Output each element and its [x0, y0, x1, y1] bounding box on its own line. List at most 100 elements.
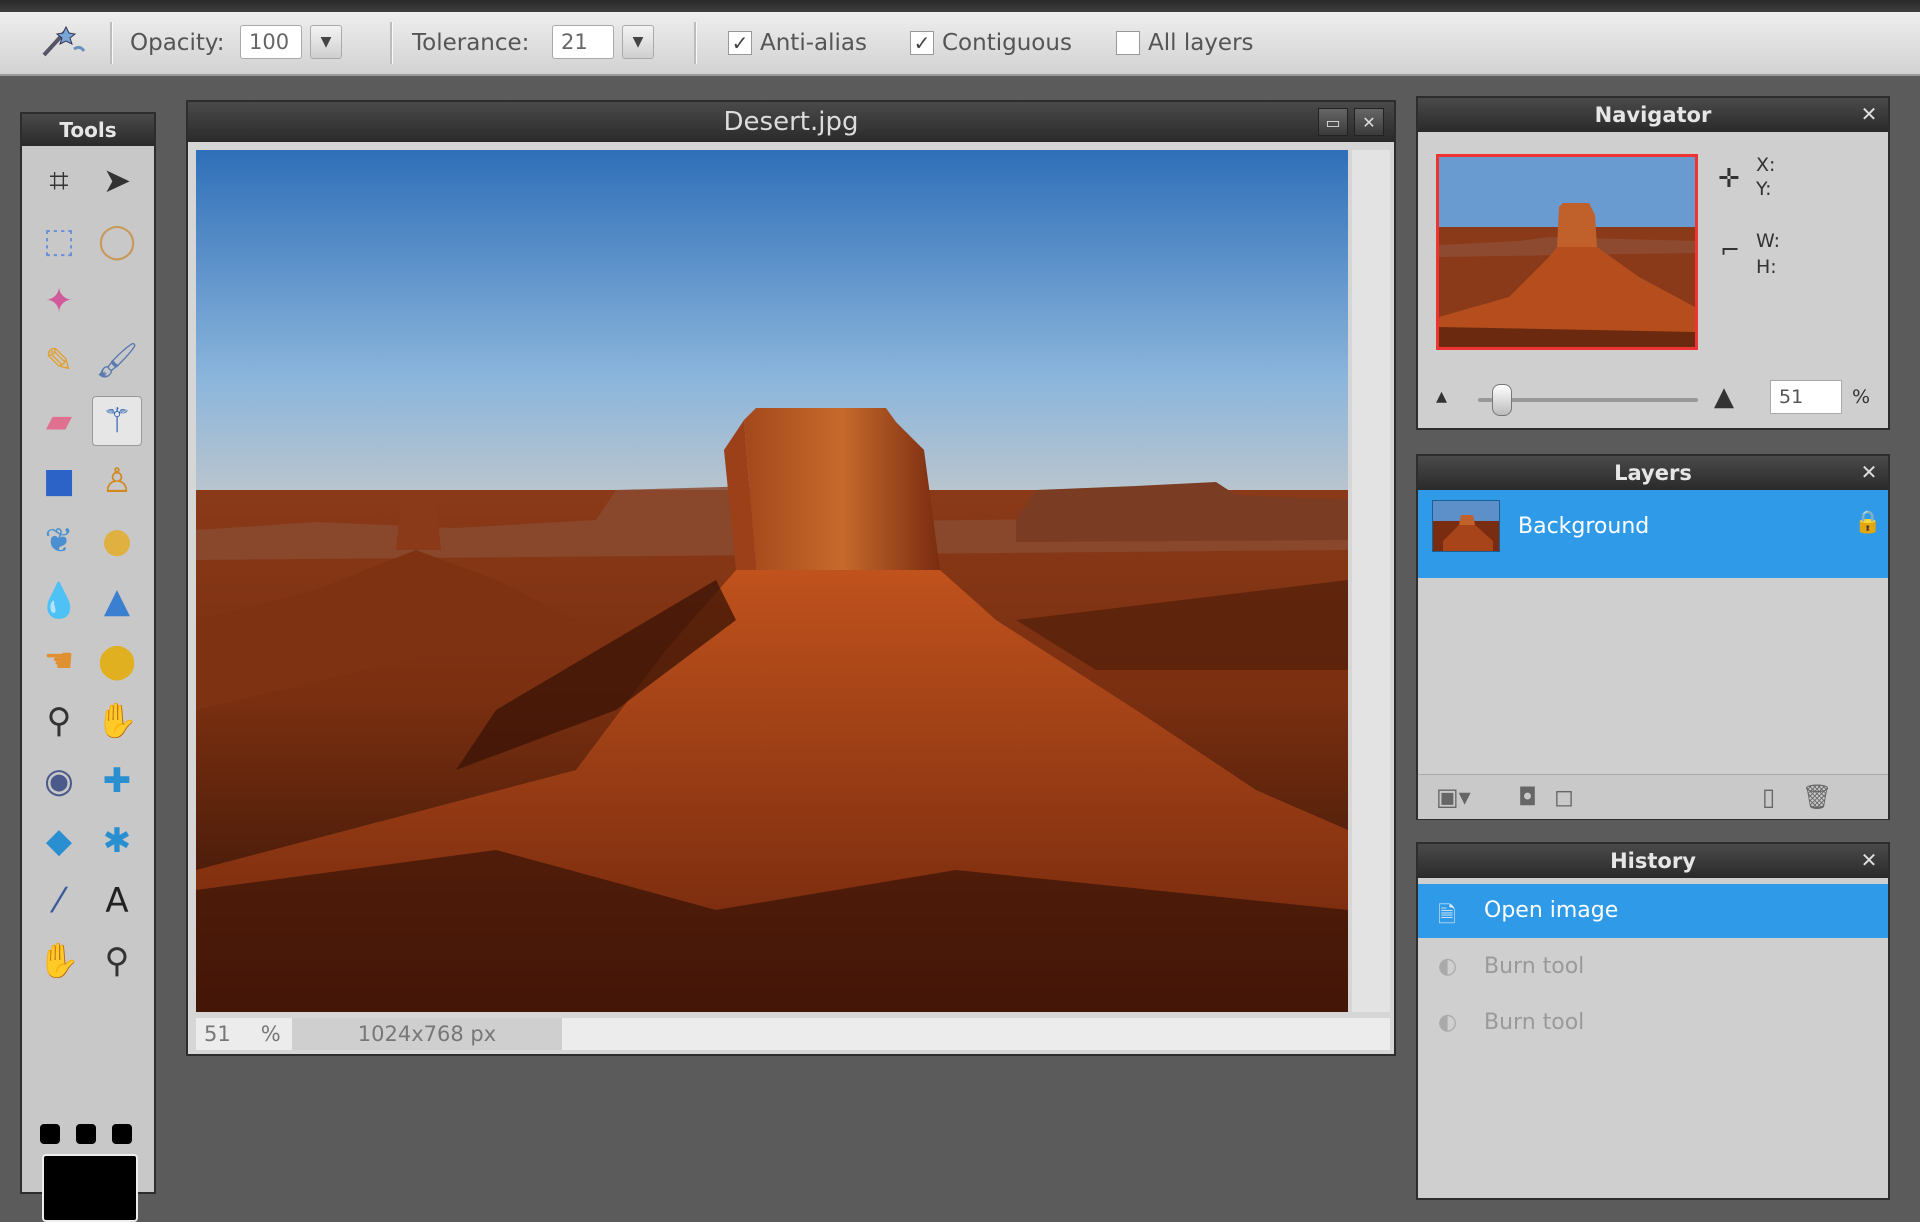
bloat-tool-button[interactable]: ◆: [34, 816, 84, 866]
navigator-thumbnail[interactable]: [1436, 154, 1698, 350]
gradient-tool-button[interactable]: ■: [34, 456, 84, 506]
magic-wand-icon: [36, 22, 88, 60]
brush-tool-button[interactable]: 🖌: [92, 336, 142, 386]
sponge-tool-icon: ⬤: [97, 641, 137, 681]
sharpen-tool-button[interactable]: ▲: [92, 576, 142, 626]
all-layers-checkbox[interactable]: All layers: [1116, 24, 1254, 62]
color-replace-tool-button[interactable]: ❦: [34, 516, 84, 566]
hand-tool-button[interactable]: ✋: [34, 936, 84, 986]
lock-icon[interactable]: 🔒: [1854, 510, 1881, 535]
layer-mask-icon[interactable]: ◻: [1554, 783, 1574, 811]
spot-heal-tool-icon: ✚: [102, 761, 132, 801]
color-replace-tool-icon: ❦: [44, 521, 74, 561]
history-item-burn-tool[interactable]: ◐ Burn tool: [1418, 940, 1888, 994]
toolbar-separator: [390, 22, 393, 64]
crosshair-icon: ✛: [1718, 164, 1740, 194]
layer-row[interactable]: Background 🔒: [1418, 490, 1888, 578]
document-title: Desert.jpg: [723, 107, 859, 137]
drawing-tool-icon: ●: [102, 521, 132, 561]
dodge-tool-button[interactable]: ⚲: [34, 696, 84, 746]
drawing-tool-button[interactable]: ●: [92, 516, 142, 566]
all-layers-label: All layers: [1148, 30, 1254, 56]
history-item-open-image[interactable]: 🗎 Open image: [1418, 884, 1888, 938]
history-item-burn-tool[interactable]: ◐ Burn tool: [1418, 996, 1888, 1050]
brush-tool-icon: 🖌: [95, 341, 139, 381]
crop-tool-button[interactable]: ⌗: [34, 156, 84, 206]
color-picker-tool-button[interactable]: ⁄: [34, 876, 84, 926]
burn-tool-icon: ◐: [1438, 1010, 1458, 1035]
maximize-icon: ▭: [1325, 112, 1341, 132]
checkbox-checked-icon: ✓: [728, 31, 752, 55]
close-document-button[interactable]: ✕: [1354, 108, 1384, 136]
zoom-percent-label: %: [1852, 386, 1871, 408]
toolbar-separator: [110, 22, 113, 64]
blur-tool-button[interactable]: 💧: [34, 576, 84, 626]
red-eye-tool-button[interactable]: ◉: [34, 756, 84, 806]
zoom-tool-button[interactable]: ⚲: [92, 936, 142, 986]
close-icon[interactable]: ✕: [1858, 849, 1880, 871]
spot-heal-tool-button[interactable]: ✚: [92, 756, 142, 806]
open-image-icon: 🗎: [1438, 903, 1456, 928]
contiguous-checkbox[interactable]: ✓ Contiguous: [910, 24, 1072, 62]
smudge-tool-button[interactable]: ☚: [34, 636, 84, 686]
layers-panel: Layers ✕ Background 🔒 ▣▾ ◘ ◻ ▯ 🗑: [1416, 454, 1890, 820]
marquee-tool-button[interactable]: ⬚: [34, 216, 84, 266]
tolerance-dropdown-button[interactable]: ▼: [622, 25, 654, 59]
zoom-out-icon[interactable]: ▴: [1436, 384, 1447, 409]
chevron-down-icon: ▼: [320, 34, 332, 50]
navigator-title-bar: Navigator ✕: [1418, 98, 1888, 132]
color-picker-tool-icon: ⁄: [56, 881, 62, 921]
pinch-tool-button[interactable]: ✱: [92, 816, 142, 866]
delete-layer-icon[interactable]: 🗑: [1802, 783, 1832, 811]
zoom-slider-handle[interactable]: [1492, 384, 1512, 416]
close-icon[interactable]: ✕: [1858, 461, 1880, 483]
tolerance-label: Tolerance:: [412, 30, 530, 56]
layers-title-bar: Layers ✕: [1418, 456, 1888, 490]
zoom-input[interactable]: 51: [1770, 380, 1842, 414]
nav-w-label: W:: [1756, 230, 1781, 252]
pencil-tool-button[interactable]: ✎: [34, 336, 84, 386]
burn-tool-button[interactable]: ✋: [92, 696, 142, 746]
zoom-in-icon[interactable]: ▲: [1714, 382, 1734, 412]
opacity-dropdown-button[interactable]: ▼: [310, 25, 342, 59]
move-tool-button[interactable]: ➤: [92, 156, 142, 206]
crop-tool-icon: ⌗: [49, 161, 69, 201]
wand-tool-button[interactable]: ✦: [34, 276, 84, 326]
menu-bar: [0, 0, 1920, 12]
navigator-title: Navigator: [1594, 103, 1712, 127]
history-item-label: Burn tool: [1484, 1010, 1585, 1035]
eraser-tool-button[interactable]: ▰: [34, 396, 84, 446]
close-icon: ✕: [1362, 112, 1376, 132]
tolerance-input[interactable]: 21: [552, 25, 614, 59]
red-eye-tool-icon: ◉: [44, 761, 74, 801]
new-layer-icon[interactable]: ▯: [1762, 783, 1775, 811]
stamp-tool-button[interactable]: ♙: [92, 456, 142, 506]
type-tool-button[interactable]: A: [92, 876, 142, 926]
history-item-label: Open image: [1484, 898, 1619, 923]
tools-panel-title: Tools: [22, 114, 154, 146]
document-title-bar[interactable]: Desert.jpg ▭ ✕: [188, 102, 1394, 142]
layer-settings-icon[interactable]: ▣▾: [1436, 783, 1471, 811]
lasso-tool-button[interactable]: ◯: [92, 216, 142, 266]
magic-wand-tool-icon: ⚚: [101, 401, 133, 441]
anti-alias-label: Anti-alias: [760, 30, 867, 56]
layer-style-icon[interactable]: ◘: [1518, 783, 1537, 811]
eraser-tool-icon: ▰: [45, 401, 73, 441]
sharpen-tool-icon: ▲: [103, 581, 131, 621]
document-window: Desert.jpg ▭ ✕ 51 % 1024x768 px: [186, 100, 1396, 1056]
close-icon[interactable]: ✕: [1858, 103, 1880, 125]
vertical-scrollbar[interactable]: [1352, 150, 1390, 1012]
opacity-input[interactable]: 100: [240, 25, 302, 59]
sponge-tool-button[interactable]: ⬤: [92, 636, 142, 686]
zoom-box[interactable]: 51 %: [196, 1018, 286, 1050]
options-toolbar: Opacity: 100 ▼ Tolerance: 21 ▼ ✓ Anti-al…: [0, 12, 1920, 76]
lasso-tool-icon: ◯: [97, 221, 137, 261]
layers-title: Layers: [1614, 461, 1692, 485]
magic-wand-tool-button[interactable]: ⚚: [92, 396, 142, 446]
anti-alias-checkbox[interactable]: ✓ Anti-alias: [728, 24, 867, 62]
maximize-button[interactable]: ▭: [1318, 108, 1348, 136]
size-icon: ⌐: [1720, 236, 1741, 264]
image-canvas[interactable]: [196, 150, 1348, 1012]
stamp-tool-icon: ♙: [101, 461, 133, 501]
layer-name: Background: [1518, 514, 1650, 539]
